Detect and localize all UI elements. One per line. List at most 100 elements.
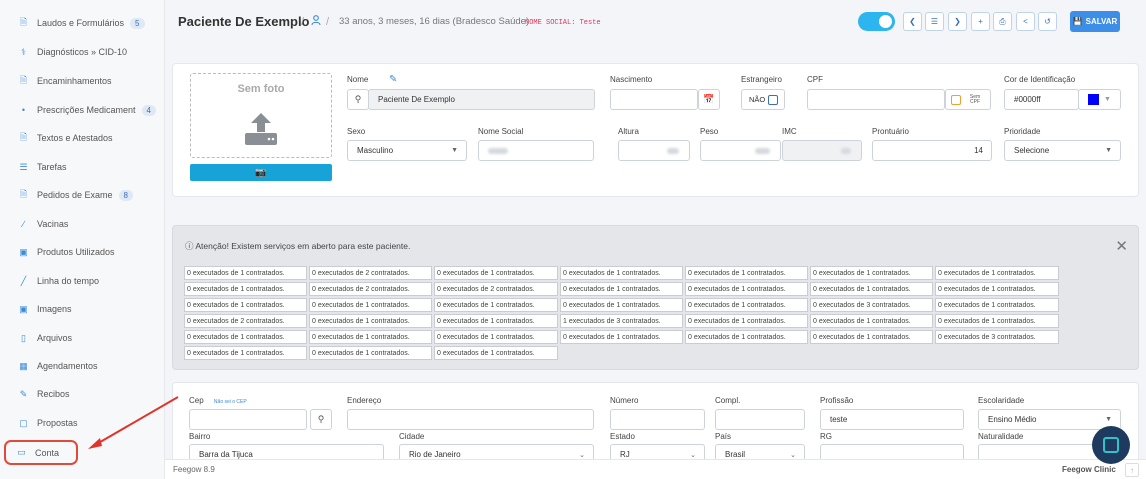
cep-search-button[interactable]: ⚲ [310, 409, 332, 430]
chat-button[interactable] [1092, 426, 1130, 464]
sidebar-item[interactable]: ▯ Arquivos [0, 327, 165, 349]
service-chip[interactable]: 0 executados de 1 contratados. [685, 266, 808, 280]
service-chip[interactable]: 0 executados de 2 contratados. [309, 266, 432, 280]
altura-label: Altura [618, 127, 639, 136]
service-chip[interactable]: 0 executados de 1 contratados. [184, 298, 307, 312]
view-toggle[interactable] [858, 12, 895, 31]
service-chip[interactable]: 0 executados de 1 contratados. [309, 346, 432, 360]
service-chip[interactable]: 0 executados de 2 contratados. [184, 314, 307, 328]
sidebar-item[interactable]: 🗎 Textos e Atestados [0, 127, 165, 149]
service-chip[interactable]: 0 executados de 1 contratados. [685, 282, 808, 296]
sidebar-item[interactable]: ☰ Tarefas [0, 156, 165, 178]
service-chip[interactable]: 0 executados de 1 contratados. [434, 314, 558, 328]
list-icon: ☰ [19, 161, 28, 172]
sidebar-item[interactable]: ∕ Vacinas [0, 213, 165, 235]
sidebar-item[interactable]: 🗎 Laudos e Formulários 5 [0, 12, 165, 34]
escolaridade-select[interactable]: Ensino Médio ▼ [978, 409, 1121, 430]
print-button[interactable]: ⎙ [993, 12, 1012, 31]
sidebar-item[interactable]: ✎ Recibos [0, 383, 165, 405]
service-chip[interactable]: 1 executados de 3 contratados. [560, 314, 683, 328]
service-chip[interactable]: 0 executados de 1 contratados. [560, 282, 683, 296]
cep-field[interactable] [189, 409, 307, 430]
service-chip[interactable]: 0 executados de 3 contratados. [935, 330, 1059, 344]
service-chip[interactable]: 0 executados de 1 contratados. [810, 282, 933, 296]
photo-upload-area[interactable]: Sem foto [190, 73, 332, 158]
cor-identificacao-field[interactable]: #0000ff [1004, 89, 1079, 110]
estrangeiro-checkbox[interactable] [768, 94, 779, 105]
prioridade-select[interactable]: Selecione ▼ [1004, 140, 1121, 161]
sem-cpf-toggle[interactable]: Sem CPF [945, 89, 991, 110]
service-chip[interactable]: 0 executados de 1 contratados. [560, 298, 683, 312]
share-button[interactable]: < [1016, 12, 1035, 31]
sidebar-item[interactable]: ⚕ Diagnósticos » CID-10 [0, 41, 165, 63]
sidebar-item[interactable]: 🗎 Encaminhamentos [0, 70, 165, 92]
endereco-field[interactable] [347, 409, 594, 430]
nome-social-field[interactable] [478, 140, 594, 161]
service-chip[interactable]: 0 executados de 3 contratados. [810, 298, 933, 312]
service-chip[interactable]: 0 executados de 1 contratados. [434, 346, 558, 360]
compl-field[interactable] [715, 409, 805, 430]
sidebar-item-label: Diagnósticos » CID-10 [37, 47, 128, 57]
service-chip[interactable]: 0 executados de 1 contratados. [309, 314, 432, 328]
numero-field[interactable] [610, 409, 705, 430]
calendar-icon[interactable]: 📅 [698, 89, 720, 110]
sidebar-item[interactable]: 🗎 Pedidos de Exame 8 [0, 184, 165, 206]
sem-cpf-checkbox[interactable] [951, 94, 961, 105]
sidebar-item[interactable]: ╱ Linha do tempo [0, 270, 165, 292]
sidebar-item-label: Prescrições Medicament [37, 105, 136, 115]
edit-icon[interactable]: ✎ [389, 74, 397, 85]
next-patient-button[interactable]: ❯ [948, 12, 967, 31]
sidebar-item[interactable]: ▣ Imagens [0, 298, 165, 320]
service-chip[interactable]: 0 executados de 1 contratados. [434, 298, 558, 312]
service-chip[interactable]: 0 executados de 1 contratados. [184, 346, 307, 360]
peso-field[interactable] [700, 140, 781, 161]
service-chip[interactable]: 0 executados de 1 contratados. [935, 298, 1059, 312]
add-button[interactable]: + [971, 12, 990, 31]
service-chip[interactable]: 0 executados de 1 contratados. [309, 330, 432, 344]
sexo-select[interactable]: Masculino ▼ [347, 140, 467, 161]
service-chip[interactable]: 0 executados de 1 contratados. [810, 330, 933, 344]
service-chip[interactable]: 0 executados de 1 contratados. [935, 266, 1059, 280]
prontuario-field[interactable]: 14 [872, 140, 992, 161]
service-chip[interactable]: 0 executados de 1 contratados. [184, 282, 307, 296]
altura-field[interactable] [618, 140, 690, 161]
camera-button[interactable]: 📷 [190, 164, 332, 181]
nome-field[interactable]: Paciente De Exemplo [368, 89, 595, 110]
nascimento-field[interactable] [610, 89, 698, 110]
service-chip[interactable]: 0 executados de 1 contratados. [685, 314, 808, 328]
service-chip[interactable]: 0 executados de 1 contratados. [560, 266, 683, 280]
scroll-top-button[interactable]: ↑ [1125, 463, 1139, 477]
cep-lookup-link[interactable]: Não sei o CEP [214, 399, 247, 405]
sidebar-item[interactable]: ▣ Produtos Utilizados [0, 241, 165, 263]
service-chip[interactable]: 0 executados de 1 contratados. [560, 330, 683, 344]
close-icon[interactable]: ✕ [1115, 237, 1128, 255]
save-button[interactable]: 💾 SALVAR [1070, 11, 1120, 32]
service-chip[interactable]: 0 executados de 1 contratados. [810, 314, 933, 328]
service-chip[interactable]: 0 executados de 1 contratados. [434, 330, 558, 344]
color-picker[interactable]: ▼ [1078, 89, 1121, 110]
service-chip[interactable]: 0 executados de 1 contratados. [309, 298, 432, 312]
service-chip[interactable]: 0 executados de 1 contratados. [685, 330, 808, 344]
search-icon[interactable]: ⚲ [347, 89, 369, 110]
cpf-field[interactable] [807, 89, 945, 110]
service-chip[interactable]: 0 executados de 1 contratados. [935, 282, 1059, 296]
service-chip[interactable]: 0 executados de 1 contratados. [184, 330, 307, 344]
sidebar-item[interactable]: ▢ Propostas [0, 412, 165, 434]
service-chip[interactable]: 0 executados de 1 contratados. [935, 314, 1059, 328]
sidebar-item[interactable]: ▭ Conta [4, 440, 78, 465]
service-chip[interactable]: 0 executados de 2 contratados. [434, 282, 558, 296]
list-button[interactable]: ☰ [925, 12, 944, 31]
estrangeiro-field[interactable]: NÃO [741, 89, 785, 110]
service-chip[interactable]: 0 executados de 1 contratados. [810, 266, 933, 280]
user-icon[interactable] [311, 15, 321, 29]
profissao-field[interactable]: teste [820, 409, 964, 430]
sidebar-item[interactable]: ▦ Agendamentos [0, 355, 165, 377]
service-chip[interactable]: 0 executados de 2 contratados. [309, 282, 432, 296]
service-chip[interactable]: 0 executados de 1 contratados. [685, 298, 808, 312]
history-button[interactable]: ↺ [1038, 12, 1057, 31]
sidebar-item[interactable]: • Prescrições Medicament 4 [0, 99, 165, 121]
service-chip[interactable]: 0 executados de 1 contratados. [434, 266, 558, 280]
image-icon: ▣ [19, 303, 28, 314]
service-chip[interactable]: 0 executados de 1 contratados. [184, 266, 307, 280]
prev-patient-button[interactable]: ❮ [903, 12, 922, 31]
